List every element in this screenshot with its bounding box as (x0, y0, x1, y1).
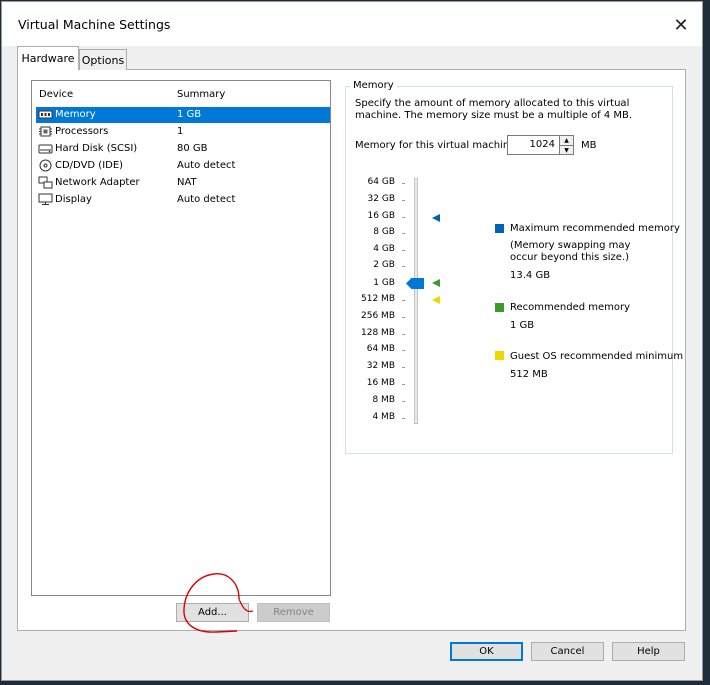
remove-button[interactable]: Remove (257, 603, 330, 622)
max-recommended-note: (Memory swapping may occur beyond this s… (510, 240, 631, 263)
scale-label: 256 MB (361, 311, 395, 321)
tick-mark (402, 317, 405, 318)
tick-mark (402, 217, 405, 218)
tick-mark (402, 266, 405, 267)
device-name: Processors (55, 126, 109, 137)
scale-label: 16 MB (366, 378, 395, 388)
tick-mark (402, 233, 405, 234)
recommended-value: 1 GB (510, 320, 535, 331)
cancel-button[interactable]: Cancel (531, 642, 604, 661)
device-name: Display (55, 194, 92, 205)
device-name: Network Adapter (55, 177, 140, 188)
scale-label: 64 MB (366, 344, 395, 354)
column-header-device[interactable]: Device (39, 89, 73, 100)
tab-hardware[interactable]: Hardware (17, 46, 79, 70)
tick-mark (402, 200, 405, 201)
red-circle-annotation (183, 573, 254, 633)
help-button[interactable]: Help (612, 642, 685, 661)
scale-label: 2 GB (373, 260, 395, 270)
memory-size-input[interactable]: 1024 (507, 135, 560, 155)
scale-label: 32 MB (366, 361, 395, 371)
scale-label: 4 GB (373, 244, 395, 254)
memory-group-label: Memory (350, 80, 397, 91)
scale-label: 4 MB (372, 412, 395, 422)
minimum-value: 512 MB (510, 369, 548, 380)
device-row-processors[interactable]: Processors 1 (36, 124, 330, 140)
list-header: Device Summary (32, 81, 330, 105)
device-summary: NAT (177, 177, 197, 188)
recommended-marker-icon (432, 279, 440, 287)
cd-dvd-icon (39, 159, 52, 172)
scale-label: 8 MB (372, 395, 395, 405)
recommended-legend-icon (495, 303, 504, 312)
recommended-title: Recommended memory (510, 302, 631, 313)
device-list[interactable]: Device Summary Memory 1 GB Processors 1 (31, 80, 331, 596)
tick-mark (402, 334, 405, 335)
memory-icon (38, 110, 53, 119)
spin-up-icon[interactable]: ▲ (560, 136, 573, 145)
scale-label: 128 MB (361, 328, 395, 338)
device-summary: 1 GB (177, 109, 202, 120)
close-icon[interactable]: ✕ (670, 14, 692, 36)
memory-field-label: Memory for this virtual machine: (355, 140, 519, 151)
scale-label: 8 GB (373, 227, 395, 237)
tab-options[interactable]: Options (79, 49, 127, 70)
device-summary: 1 (177, 126, 184, 137)
hard-disk-icon (38, 144, 53, 154)
ok-button[interactable]: OK (450, 642, 523, 661)
max-recommended-marker-icon (432, 214, 440, 222)
scale-label: 64 GB (367, 177, 395, 187)
device-name: Memory (55, 109, 96, 120)
device-row-network-adapter[interactable]: Network Adapter NAT (36, 175, 330, 191)
tick-mark (402, 367, 405, 368)
device-summary: Auto detect (177, 194, 236, 205)
scale-label: 16 GB (367, 211, 395, 221)
tick-mark (402, 384, 405, 385)
memory-description: Specify the amount of memory allocated t… (355, 98, 633, 121)
device-row-hard-disk[interactable]: Hard Disk (SCSI) 80 GB (36, 141, 330, 157)
scale-label: 32 GB (367, 194, 395, 204)
hardware-panel: Device Summary Memory 1 GB Processors 1 (17, 69, 686, 633)
vm-settings-window: Virtual Machine Settings ✕ Hardware Opti… (1, 1, 703, 681)
spin-down-icon[interactable]: ▼ (560, 145, 573, 155)
minimum-marker-icon (432, 296, 440, 304)
device-summary: 80 GB (177, 143, 208, 154)
tick-mark (402, 250, 405, 251)
column-header-summary[interactable]: Summary (177, 89, 225, 100)
memory-slider-track[interactable] (414, 178, 418, 424)
display-icon (38, 193, 53, 205)
memory-unit: MB (581, 140, 597, 151)
device-row-memory[interactable]: Memory 1 GB (36, 107, 330, 123)
max-recommended-value: 13.4 GB (510, 270, 551, 281)
device-summary: Auto detect (177, 160, 236, 171)
title-bar: Virtual Machine Settings ✕ (2, 2, 702, 46)
device-name: CD/DVD (IDE) (55, 160, 124, 171)
processor-icon (39, 126, 52, 137)
tick-mark (402, 300, 405, 301)
device-row-cd-dvd[interactable]: CD/DVD (IDE) Auto detect (36, 158, 330, 174)
minimum-title: Guest OS recommended minimum (510, 351, 684, 362)
minimum-legend-icon (495, 351, 504, 360)
device-row-display[interactable]: Display Auto detect (36, 192, 330, 208)
max-recommended-title: Maximum recommended memory (510, 223, 680, 234)
max-recommended-legend-icon (495, 224, 504, 233)
device-name: Hard Disk (SCSI) (55, 143, 138, 154)
window-title: Virtual Machine Settings (18, 17, 171, 32)
tick-mark (402, 350, 405, 351)
tick-mark (402, 418, 405, 419)
memory-spinner[interactable]: ▲ ▼ (559, 135, 574, 155)
scale-label: 1 GB (373, 278, 395, 288)
scale-label: 512 MB (361, 294, 395, 304)
tick-mark (402, 183, 405, 184)
tick-mark (402, 401, 405, 402)
network-adapter-icon (38, 176, 53, 189)
